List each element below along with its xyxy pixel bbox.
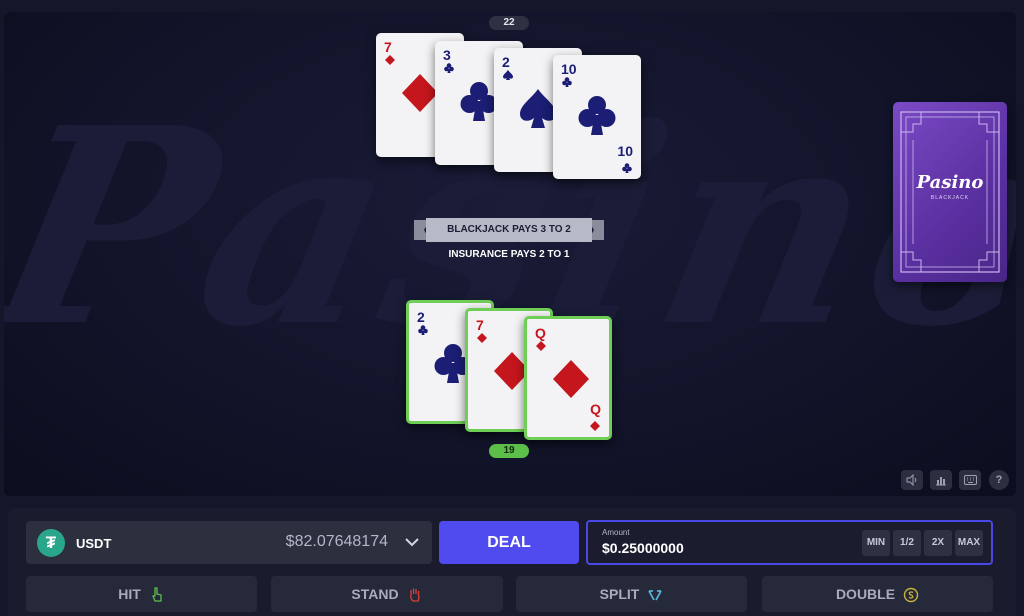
card-rank: 2: [417, 309, 425, 325]
help-button[interactable]: ?: [989, 470, 1009, 490]
speaker-icon: [906, 473, 917, 487]
diamond-icon: [402, 74, 438, 112]
wallet-balance: $82.07648174: [285, 533, 388, 550]
stand-label: STAND: [351, 586, 399, 602]
club-icon: [578, 96, 616, 135]
insurance-payout-text: INSURANCE PAYS 2 TO 1: [448, 249, 570, 260]
double-label: DOUBLE: [835, 586, 896, 602]
club-icon: [562, 77, 572, 87]
club-icon: [622, 163, 632, 173]
card-rank-bottom: Q: [590, 401, 601, 417]
diamond-icon: [553, 360, 589, 398]
club-icon: [418, 325, 428, 335]
stats-button[interactable]: [930, 470, 952, 490]
diamond-icon: [536, 341, 546, 351]
stand-button[interactable]: STAND: [271, 576, 503, 612]
card-rank-bottom: 10: [617, 143, 633, 159]
club-icon: [444, 63, 454, 73]
blackjack-payout-text: BLACKJACK PAYS 3 TO 2: [447, 224, 571, 235]
amount-label: Amount: [602, 528, 630, 537]
game-screen: Pasino 22 7 3 2 10 10 BLACKJACK PAYS 3 T…: [0, 0, 1024, 616]
sound-toggle-button[interactable]: [901, 470, 923, 490]
amount-input[interactable]: $0.25000000: [602, 540, 684, 556]
tether-icon: ₮: [37, 529, 65, 557]
double-button[interactable]: DOUBLE: [762, 576, 993, 612]
double-bet-button[interactable]: 2X: [924, 530, 952, 556]
keyboard-icon: [963, 475, 977, 486]
dealer-card: 10 10: [553, 55, 641, 179]
club-icon: [460, 82, 498, 121]
card-rank: Q: [535, 325, 546, 341]
spade-icon: [503, 70, 513, 80]
diamond-icon: [477, 333, 487, 343]
split-button[interactable]: SPLIT: [516, 576, 747, 612]
min-bet-button[interactable]: MIN: [862, 530, 890, 556]
chevron-down-icon[interactable]: [404, 536, 420, 548]
deal-button[interactable]: DEAL: [439, 521, 579, 564]
deck-subtitle: BLACKJACK: [930, 195, 970, 201]
pointing-hand-icon: [151, 587, 162, 602]
hit-button[interactable]: HIT: [26, 576, 257, 612]
card-rank: 10: [561, 61, 577, 77]
card-deck: Pasino BLACKJACK: [893, 102, 1007, 282]
player-score: 19: [489, 444, 529, 458]
card-rank: 7: [384, 39, 392, 55]
max-bet-button[interactable]: MAX: [955, 530, 983, 556]
currency-name: USDT: [76, 536, 112, 551]
split-icon: [648, 590, 663, 601]
coin-icon: [903, 588, 919, 603]
diamond-icon: [590, 421, 600, 431]
deck-logo: Pasino: [916, 172, 984, 193]
player-card: Q Q: [524, 316, 612, 440]
split-label: SPLIT: [599, 586, 640, 602]
open-hand-icon: [409, 588, 420, 602]
card-rank: 3: [443, 47, 451, 63]
hit-label: HIT: [118, 586, 141, 602]
card-rank: 2: [502, 54, 510, 70]
diamond-icon: [385, 55, 395, 65]
half-bet-button[interactable]: 1/2: [893, 530, 921, 556]
hotkeys-button[interactable]: [959, 470, 981, 490]
spade-icon: [520, 89, 556, 128]
card-rank: 7: [476, 317, 484, 333]
chart-icon: [936, 477, 946, 486]
dealer-score: 22: [489, 16, 529, 30]
